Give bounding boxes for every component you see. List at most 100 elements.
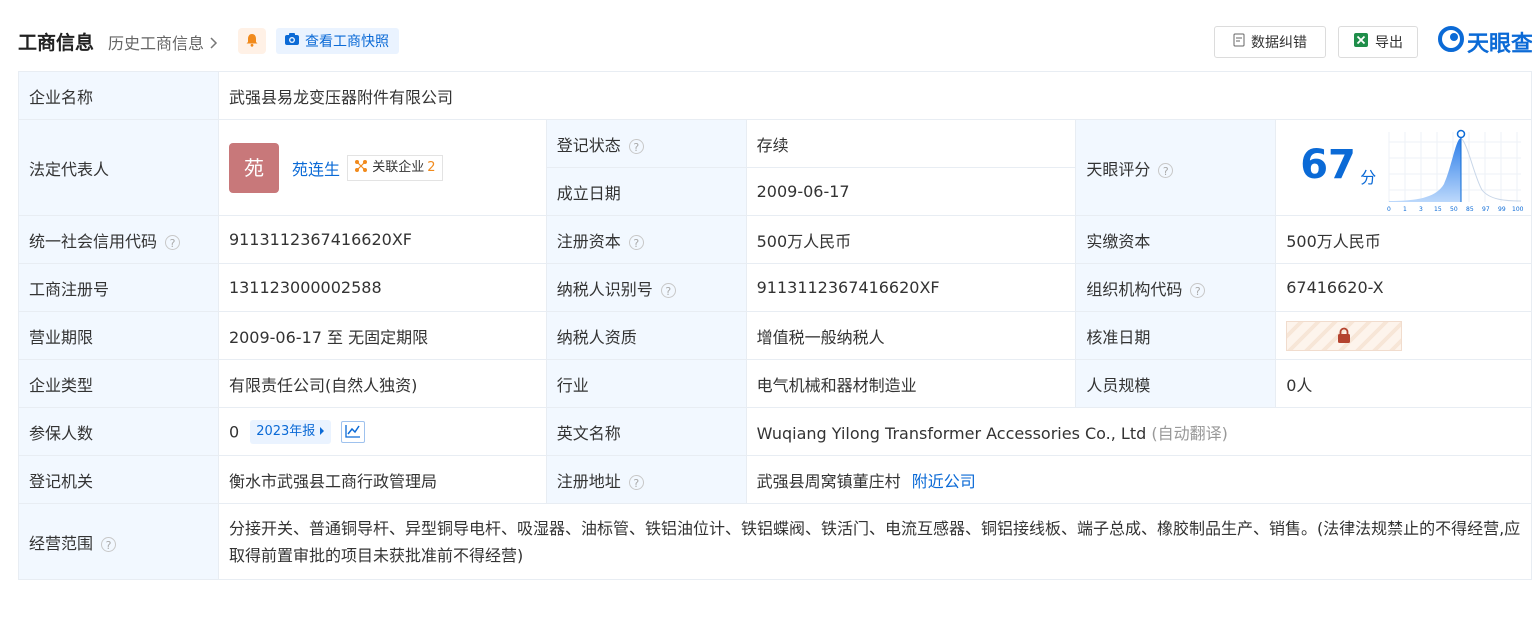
org-code-value: 67416620-X bbox=[1275, 263, 1532, 312]
monitor-button[interactable] bbox=[238, 28, 266, 54]
table-row: 企业类型 有限责任公司(自然人独资) 行业 电气机械和器材制造业 人员规模 0人 bbox=[18, 359, 1532, 408]
camera-icon bbox=[284, 32, 300, 50]
taxpayer-id-label: 纳税人识别号 bbox=[556, 279, 653, 299]
legal-rep-name-link[interactable]: 苑连生 bbox=[292, 160, 340, 179]
registration-status-label-cell: 登记状态? bbox=[545, 119, 747, 168]
section-header: 工商信息 历史工商信息 查看工商快照 数据纠错 导出 天眼查 bbox=[0, 0, 1532, 72]
table-row: 登记机关 衡水市武强县工商行政管理局 注册地址? 武强县周窝镇董庄村 附近公司 bbox=[18, 455, 1532, 504]
question-icon[interactable]: ? bbox=[1190, 282, 1206, 298]
locked-value[interactable] bbox=[1286, 320, 1403, 351]
score-distribution-chart: 0 1 3 15 50 85 97 99 100 bbox=[1387, 129, 1524, 213]
score-tick: 1 bbox=[1403, 206, 1407, 213]
related-companies-count: 2 bbox=[427, 159, 436, 175]
table-row: 统一社会信用代码? 9113112367416620XF 注册资本? 500万人… bbox=[18, 215, 1532, 264]
tianyan-score-cell[interactable]: 67 分 0 1 3 15 50 85 97 99 100 bbox=[1275, 119, 1532, 216]
table-row: 工商注册号 131123000002588 纳税人识别号? 9113112367… bbox=[18, 263, 1532, 312]
credit-code-value: 9113112367416620XF bbox=[217, 215, 547, 264]
approval-date-cell bbox=[1275, 311, 1532, 360]
nearby-companies-link[interactable]: 附近公司 bbox=[912, 472, 976, 491]
related-companies-tag[interactable]: 关联企业 2 bbox=[347, 154, 443, 181]
table-row: 参保人数 0 2023年报 英文名称 Wuqiang Yilong Transf… bbox=[18, 407, 1532, 456]
history-info-label: 历史工商信息 bbox=[108, 34, 205, 53]
section-title: 工商信息 bbox=[18, 32, 95, 54]
business-term-value: 2009-06-17 至 无固定期限 bbox=[217, 311, 547, 360]
reg-number-label: 工商注册号 bbox=[18, 263, 219, 312]
tianyan-score-label-cell: 天眼评分? bbox=[1075, 119, 1277, 216]
registered-capital-label-cell: 注册资本? bbox=[545, 215, 747, 264]
question-icon[interactable]: ? bbox=[165, 234, 181, 250]
registered-address-label-cell: 注册地址? bbox=[545, 455, 747, 504]
question-icon[interactable]: ? bbox=[660, 282, 676, 298]
taxpayer-qualification-label: 纳税人资质 bbox=[545, 311, 747, 360]
tianyan-score-unit: 分 bbox=[1360, 168, 1377, 187]
view-snapshot-button[interactable]: 查看工商快照 bbox=[276, 28, 399, 54]
registered-address-label: 注册地址 bbox=[556, 471, 621, 491]
score-tick: 0 bbox=[1387, 206, 1391, 213]
credit-code-label: 统一社会信用代码 bbox=[29, 231, 158, 251]
tianyan-score-value: 67 bbox=[1300, 142, 1356, 188]
registered-capital-label: 注册资本 bbox=[556, 231, 621, 251]
business-scope-label: 经营范围 bbox=[29, 533, 94, 553]
brand-logo-icon bbox=[1438, 26, 1464, 58]
insured-count-label: 参保人数 bbox=[18, 407, 219, 456]
data-correction-label: 数据纠错 bbox=[1251, 35, 1307, 51]
brand-name: 天眼查 bbox=[1467, 32, 1532, 57]
english-name-value: Wuqiang Yilong Transformer Accessories C… bbox=[756, 423, 1147, 443]
table-row: 法定代表人 苑 苑连生 关联企业 2 登记状态? 存续 天眼评分? 67 分 0… bbox=[18, 119, 1532, 216]
org-code-label: 组织机构代码 bbox=[1086, 279, 1183, 299]
lock-icon bbox=[1336, 327, 1352, 348]
chevron-right-icon bbox=[209, 34, 219, 53]
business-info-table: 企业名称 武强县易龙变压器附件有限公司 法定代表人 苑 苑连生 关联企业 2 登记… bbox=[18, 71, 1532, 580]
taxpayer-id-label-cell: 纳税人识别号? bbox=[545, 263, 747, 312]
table-row: 经营范围? 分接开关、普通铜导杆、异型铜导电杆、吸湿器、油标管、铁铝油位计、铁铝… bbox=[18, 503, 1532, 580]
industry-label: 行业 bbox=[545, 359, 747, 408]
credit-code-label-cell: 统一社会信用代码? bbox=[18, 215, 219, 264]
staff-size-label: 人员规模 bbox=[1075, 359, 1277, 408]
export-button[interactable]: 导出 bbox=[1338, 26, 1418, 58]
export-label: 导出 bbox=[1375, 35, 1403, 51]
question-icon[interactable]: ? bbox=[628, 474, 644, 490]
english-name-cell: Wuqiang Yilong Transformer Accessories C… bbox=[745, 407, 1532, 456]
trend-chart-button[interactable] bbox=[340, 420, 365, 443]
question-icon[interactable]: ? bbox=[628, 234, 644, 250]
score-tick: 100 bbox=[1512, 206, 1524, 213]
score-tick: 85 bbox=[1466, 206, 1474, 213]
registered-address-value: 武强县周窝镇董庄村 bbox=[756, 471, 901, 491]
legal-rep-label: 法定代表人 bbox=[18, 119, 219, 216]
view-snapshot-label: 查看工商快照 bbox=[305, 34, 389, 50]
tianyan-score-label: 天眼评分 bbox=[1086, 159, 1151, 179]
table-row: 营业期限 2009-06-17 至 无固定期限 纳税人资质 增值税一般纳税人 核… bbox=[18, 311, 1532, 360]
question-icon[interactable]: ? bbox=[628, 138, 644, 154]
approval-date-label: 核准日期 bbox=[1075, 311, 1277, 360]
score-tick: 99 bbox=[1498, 206, 1506, 213]
report-icon bbox=[1233, 33, 1245, 51]
business-term-label: 营业期限 bbox=[18, 311, 219, 360]
related-companies-label: 关联企业 bbox=[372, 159, 425, 175]
score-tick: 15 bbox=[1434, 206, 1442, 213]
industry-value: 电气机械和器材制造业 bbox=[745, 359, 1077, 408]
data-correction-button[interactable]: 数据纠错 bbox=[1214, 26, 1326, 58]
history-info-link[interactable]: 历史工商信息 bbox=[108, 30, 219, 54]
annual-report-label: 2023年报 bbox=[256, 423, 316, 439]
registration-authority-label: 登记机关 bbox=[18, 455, 219, 504]
company-type-value: 有限责任公司(自然人独资) bbox=[217, 359, 547, 408]
registration-authority-value: 衡水市武强县工商行政管理局 bbox=[217, 455, 547, 504]
org-code-label-cell: 组织机构代码? bbox=[1075, 263, 1277, 312]
business-scope-label-cell: 经营范围? bbox=[18, 503, 219, 580]
brand-logo: 天眼查 bbox=[1438, 26, 1532, 58]
paid-capital-label: 实缴资本 bbox=[1075, 215, 1277, 264]
question-icon[interactable]: ? bbox=[1158, 162, 1174, 178]
auto-translate-note: (自动翻译) bbox=[1151, 423, 1228, 443]
established-date-value: 2009-06-17 bbox=[745, 167, 1077, 216]
annual-report-tag[interactable]: 2023年报 bbox=[250, 419, 332, 444]
insured-count-value: 0 bbox=[228, 422, 240, 441]
trend-chart-icon bbox=[344, 423, 361, 442]
table-row: 企业名称 武强县易龙变压器附件有限公司 bbox=[18, 71, 1532, 120]
registered-address-cell: 武强县周窝镇董庄村 附近公司 bbox=[745, 455, 1532, 504]
score-tick: 3 bbox=[1419, 206, 1423, 213]
taxpayer-qualification-value: 增值税一般纳税人 bbox=[745, 311, 1077, 360]
registration-status-label: 登记状态 bbox=[556, 135, 621, 155]
question-icon[interactable]: ? bbox=[101, 536, 117, 552]
score-tick: 50 bbox=[1450, 206, 1458, 213]
insured-count-cell: 0 2023年报 bbox=[217, 407, 547, 456]
